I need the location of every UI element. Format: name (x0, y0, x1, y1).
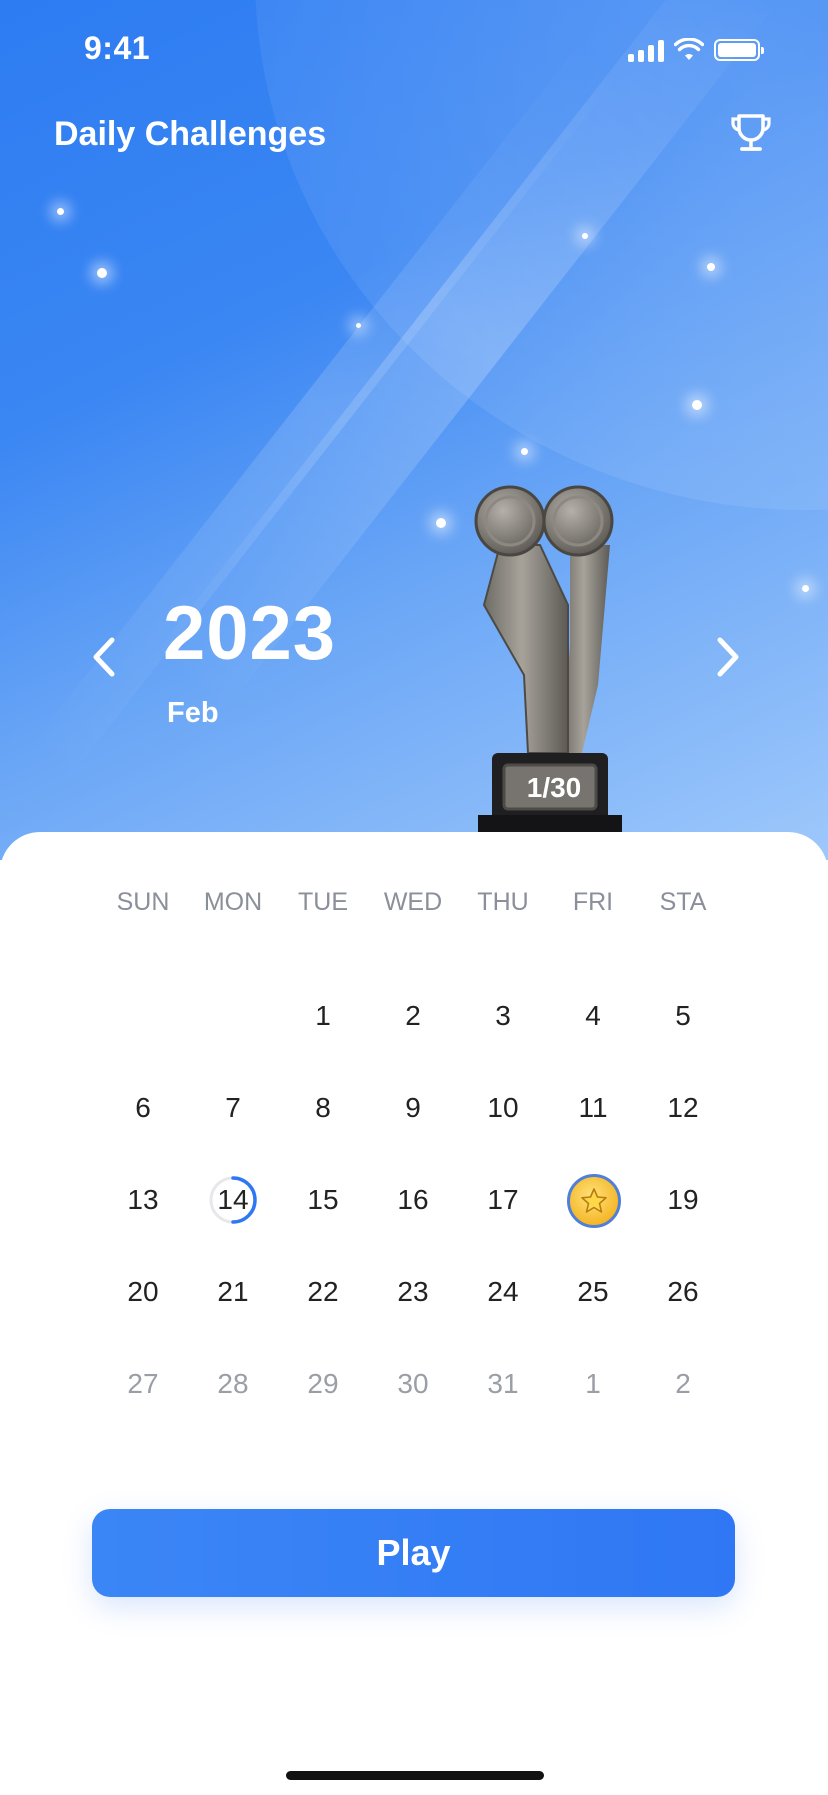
calendar-day-outside-month: 2 (675, 1368, 691, 1399)
calendar-day[interactable]: 26 (638, 1246, 728, 1338)
weekday-label: STA (659, 888, 707, 916)
calendar-day[interactable]: 17 (458, 1154, 548, 1246)
calendar-day[interactable]: 12 (638, 1062, 728, 1154)
sparkle (97, 268, 107, 278)
wifi-icon (674, 38, 704, 60)
calendar-day[interactable]: 7 (188, 1062, 278, 1154)
calendar-day[interactable]: 15 (278, 1154, 368, 1246)
play-button[interactable]: Play (92, 1509, 735, 1597)
weekday-label: THU (477, 888, 529, 916)
calendar-day-number: 14 (217, 1184, 249, 1215)
calendar-day-outside-month: 30 (397, 1368, 429, 1399)
calendar-day-in-progress[interactable]: 14 (188, 1154, 278, 1246)
calendar-day[interactable]: 13 (98, 1154, 188, 1246)
calendar-day-outside-month: 31 (487, 1368, 519, 1399)
calendar-day[interactable]: 24 (458, 1246, 548, 1338)
calendar-day[interactable]: 22 (278, 1246, 368, 1338)
calendar-day[interactable]: 4 (548, 970, 638, 1062)
battery-icon (714, 39, 764, 61)
calendar-week: 6 7 8 9 10 11 12 (98, 1062, 728, 1154)
calendar-day[interactable]: 25 (548, 1246, 638, 1338)
status-icons (628, 36, 764, 64)
weekday-label: TUE (298, 888, 348, 916)
calendar-day-outside-month: 1 (585, 1368, 601, 1399)
year-label: 2023 (163, 591, 337, 676)
calendar-day[interactable]: 19 (638, 1154, 728, 1246)
sparkle (436, 518, 446, 528)
trophy-icon[interactable] (728, 110, 774, 156)
calendar-day-empty (188, 970, 278, 1062)
calendar-day-outside-month: 29 (307, 1368, 339, 1399)
calendar-day-empty (98, 970, 188, 1062)
calendar-day[interactable]: 21 (188, 1246, 278, 1338)
calendar-day[interactable]: 9 (368, 1062, 458, 1154)
calendar-day-outside-month: 28 (217, 1368, 249, 1399)
calendar-day[interactable]: 10 (458, 1062, 548, 1154)
calendar-day[interactable]: 8 (278, 1062, 368, 1154)
calendar-day[interactable]: 11 (548, 1062, 638, 1154)
sparkle (582, 233, 588, 239)
calendar-day[interactable]: 2 (368, 970, 458, 1062)
previous-month-chevron-icon[interactable] (86, 632, 126, 682)
calendar-grid: 1 2 3 4 5 6 7 8 9 10 11 12 13 14 15 16 1… (98, 970, 728, 1430)
calendar-week: 1 2 3 4 5 (98, 970, 728, 1062)
sparkle (692, 400, 702, 410)
calendar-day-completed[interactable] (548, 1154, 638, 1246)
star-coin-icon (567, 1174, 621, 1228)
weekday-label: SUN (116, 888, 170, 916)
weekday-label: MON (203, 888, 263, 916)
sparkle (802, 585, 809, 592)
weekday-label: FRI (572, 888, 614, 916)
calendar-week: 13 14 15 16 17 19 (98, 1154, 728, 1246)
sparkle (707, 263, 715, 271)
sparkle (356, 323, 361, 328)
calendar-day-outside-month: 27 (127, 1368, 159, 1399)
sparkle (521, 448, 528, 455)
calendar-day[interactable]: 6 (98, 1062, 188, 1154)
calendar-day[interactable]: 16 (368, 1154, 458, 1246)
next-month-chevron-icon[interactable] (706, 632, 746, 682)
cellular-signal-icon (628, 38, 664, 62)
month-label: Feb (167, 697, 219, 729)
calendar-day[interactable]: 20 (98, 1246, 188, 1338)
home-indicator[interactable] (286, 1771, 544, 1780)
calendar-day[interactable]: 5 (638, 970, 728, 1062)
calendar-week: 20 21 22 23 24 25 26 (98, 1246, 728, 1338)
calendar-week: 27 28 29 30 31 1 2 (98, 1338, 728, 1430)
calendar-day[interactable]: 1 (278, 970, 368, 1062)
sparkle (57, 208, 64, 215)
status-time: 9:41 (84, 30, 151, 66)
weekday-header: SUN MON TUE WED THU FRI STA (98, 888, 728, 917)
calendar-day[interactable]: 3 (458, 970, 548, 1062)
page-title: Daily Challenges (54, 115, 327, 153)
trophy-progress-count: 1/30 (526, 772, 582, 803)
calendar-day[interactable]: 23 (368, 1246, 458, 1338)
weekday-label: WED (383, 888, 443, 916)
trophy-illustration (474, 485, 622, 865)
star-icon (581, 1188, 607, 1213)
